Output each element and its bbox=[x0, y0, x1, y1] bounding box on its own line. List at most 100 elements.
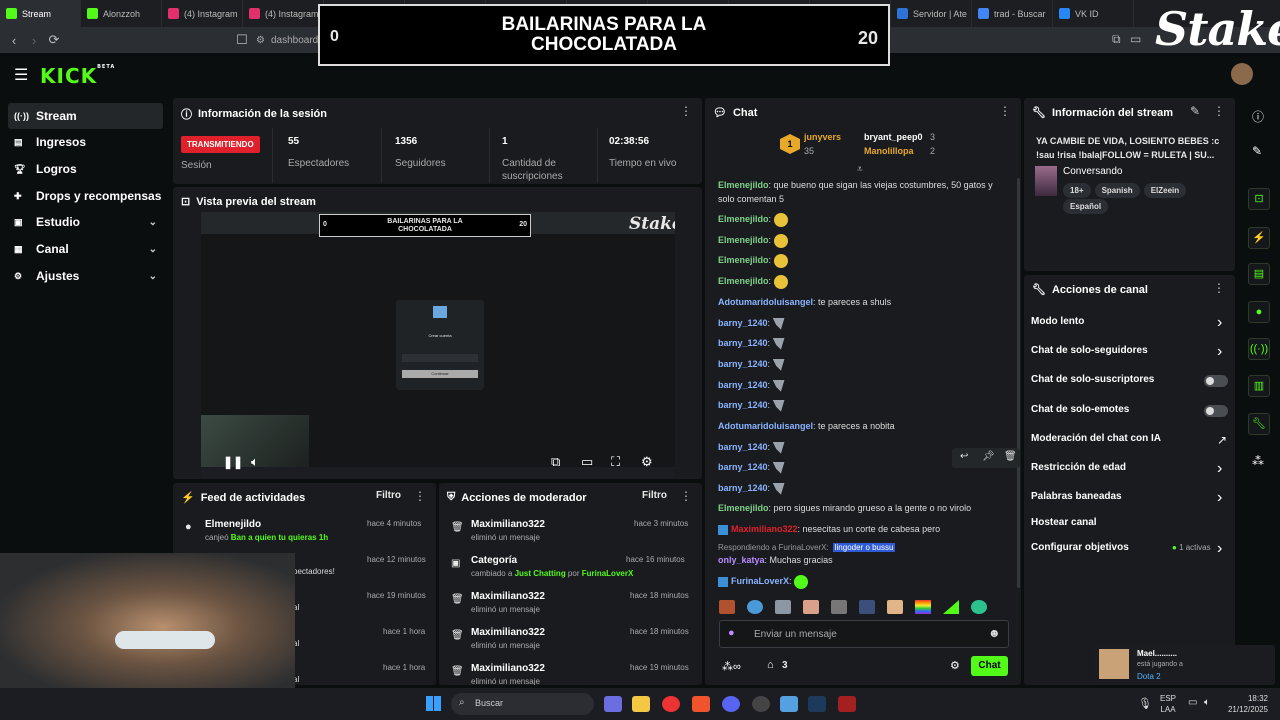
layout-icon[interactable]: ▥ bbox=[1248, 375, 1270, 397]
chat-username[interactable]: Maximiliano322 bbox=[731, 524, 798, 534]
tag-chip[interactable]: ElZeein bbox=[1143, 183, 1187, 198]
steam-icon[interactable] bbox=[808, 696, 826, 712]
channel-action-modo-lento[interactable]: Modo lento bbox=[1031, 316, 1084, 327]
chat-username[interactable]: barny_1240 bbox=[718, 318, 768, 328]
chat-username[interactable]: Elmenejildo bbox=[718, 235, 769, 245]
quick-action-icon[interactable]: ⚡ bbox=[1248, 227, 1270, 249]
pip-icon[interactable]: ⧉ bbox=[551, 454, 560, 470]
sidebar-item-estudio[interactable]: ▣ Estudio ⌄ bbox=[8, 209, 163, 235]
chat-message[interactable]: barny_1240: bbox=[718, 481, 1008, 495]
sidebar-item-drops[interactable]: ✚ Drops y recompensas bbox=[8, 183, 163, 209]
emote-icon[interactable] bbox=[719, 600, 735, 614]
chat-message[interactable]: Adotumaridoluisangel: te pareces a nobit… bbox=[718, 419, 1008, 433]
emote-icon[interactable] bbox=[803, 600, 819, 614]
emote-icon[interactable] bbox=[971, 600, 987, 614]
taskbar-search[interactable]: ⌕ Buscar bbox=[451, 693, 594, 715]
chat-username[interactable]: barny_1240 bbox=[718, 442, 768, 452]
emote-icon[interactable] bbox=[943, 600, 959, 614]
browser-tab[interactable]: trad - Buscar bbox=[972, 0, 1053, 27]
notepad-icon[interactable] bbox=[780, 696, 798, 712]
fullscreen-icon[interactable]: ⛶ bbox=[611, 454, 620, 470]
chat-message[interactable]: barny_1240: bbox=[718, 440, 1008, 454]
moderation-view-icon[interactable]: ⊡ bbox=[1248, 188, 1270, 210]
leader-name[interactable]: Manolillopa bbox=[864, 146, 914, 156]
chevron-right-icon[interactable]: › bbox=[1217, 460, 1222, 478]
edit-icon[interactable]: ✎ bbox=[1190, 104, 1200, 118]
chat-message[interactable]: barny_1240: bbox=[718, 357, 1008, 371]
chat-message[interactable]: Elmenejildo: que bueno que sigan las vie… bbox=[718, 178, 1008, 206]
category-name[interactable]: Conversando bbox=[1063, 166, 1122, 177]
kebab-menu-icon[interactable]: ⋮ bbox=[680, 104, 692, 118]
browser-tab[interactable]: VK ID bbox=[1053, 0, 1134, 27]
chevron-right-icon[interactable]: › bbox=[1217, 489, 1222, 507]
extension-icon[interactable]: ⧉ bbox=[1112, 32, 1121, 47]
dota-icon[interactable] bbox=[838, 696, 856, 712]
chrome-icon[interactable] bbox=[662, 696, 680, 712]
sidepanel-icon[interactable]: ▭ bbox=[1130, 32, 1141, 46]
brave-icon[interactable] bbox=[692, 696, 710, 712]
pause-icon[interactable]: ❚❚ bbox=[223, 455, 243, 469]
chat-message[interactable]: barny_1240: bbox=[718, 316, 1008, 330]
kebab-menu-icon[interactable]: ⋮ bbox=[1213, 104, 1225, 118]
mic-icon[interactable]: ● bbox=[728, 627, 735, 639]
mic-tray-icon[interactable]: 🎙︎ bbox=[1138, 697, 1152, 710]
browser-tab[interactable]: Servidor | Ate bbox=[891, 0, 972, 27]
chat-message[interactable]: Elmenejildo: bbox=[718, 212, 1008, 227]
channel-action-palabras-baneadas[interactable]: Palabras baneadas bbox=[1031, 491, 1122, 502]
channel-action-hostear-canal[interactable]: Hostear canal bbox=[1031, 517, 1097, 528]
chevron-right-icon[interactable]: › bbox=[1217, 343, 1222, 361]
bookmark-icon[interactable]: ☐ bbox=[232, 32, 252, 48]
chat-message[interactable]: Elmenejildo: bbox=[718, 253, 1008, 268]
sidebar-item-ajustes[interactable]: ⚙ Ajustes ⌄ bbox=[8, 263, 163, 289]
settings-icon[interactable]: ⚙ bbox=[641, 454, 653, 470]
channel-action-configurar-objetivos[interactable]: Configurar objetivos bbox=[1031, 542, 1129, 553]
send-chat-button[interactable]: Chat bbox=[971, 656, 1008, 676]
channel-action-chat-de-solo-suscriptores[interactable]: Chat de solo-suscriptores bbox=[1031, 374, 1154, 385]
hamburger-icon[interactable]: ☰ bbox=[14, 65, 28, 85]
chat-input[interactable]: ● Enviar un mensaje ☻ bbox=[719, 620, 1009, 648]
volume-icon[interactable]: 🔈︎ bbox=[251, 454, 259, 470]
chat-message[interactable]: barny_1240: bbox=[718, 336, 1008, 350]
chat-username[interactable]: Adotumaridoluisangel bbox=[718, 421, 813, 431]
emote-icon[interactable] bbox=[747, 600, 763, 614]
chat-username[interactable]: Elmenejildo bbox=[718, 276, 769, 286]
emote-icon[interactable] bbox=[915, 600, 931, 614]
chat-settings-icon[interactable]: ⚙ bbox=[950, 659, 960, 672]
channel-action-moderaci-n-del-chat-con-ia[interactable]: Moderación del chat con IA bbox=[1031, 433, 1161, 444]
chat-username[interactable]: Elmenejildo bbox=[718, 503, 769, 513]
emote-icon[interactable] bbox=[859, 600, 875, 614]
chat-message[interactable]: barny_1240: bbox=[718, 460, 1008, 474]
info-icon[interactable]: ⓘ bbox=[1252, 108, 1264, 125]
chevron-right-icon[interactable]: › bbox=[1217, 314, 1222, 332]
emoji-icon[interactable]: ☻ bbox=[988, 626, 1001, 640]
emote-icon[interactable] bbox=[831, 600, 847, 614]
chat-message[interactable]: Adotumaridoluisangel: te pareces a shuls bbox=[718, 295, 1008, 309]
chat-username[interactable]: Elmenejildo bbox=[718, 255, 769, 265]
tag-chip[interactable]: 18+ bbox=[1063, 183, 1091, 198]
channel-action-chat-de-solo-emotes[interactable]: Chat de solo-emotes bbox=[1031, 404, 1129, 415]
leader-name[interactable]: bryant_peep0 bbox=[864, 132, 923, 142]
channel-action-chat-de-solo-seguidores[interactable]: Chat de solo-seguidores bbox=[1031, 345, 1148, 356]
sidebar-item-ingresos[interactable]: ▤ Ingresos bbox=[8, 129, 163, 155]
volume-tray-icon[interactable]: 🔈︎ bbox=[1204, 697, 1210, 708]
chat-username[interactable]: barny_1240 bbox=[718, 359, 768, 369]
video-player[interactable]: 0 BAILARINAS PARA LA CHOCOLATADA 20 Stak… bbox=[201, 212, 675, 478]
browser-tab[interactable]: (4) Instagram bbox=[162, 0, 243, 27]
reload-icon[interactable]: ⟳ bbox=[44, 32, 64, 48]
chevron-right-icon[interactable]: › bbox=[1217, 540, 1222, 558]
chat-username[interactable]: Elmenejildo bbox=[718, 180, 769, 190]
kebab-menu-icon[interactable]: ⋮ bbox=[414, 489, 426, 503]
kebab-menu-icon[interactable]: ⋮ bbox=[1213, 281, 1225, 295]
chat-username[interactable]: barny_1240 bbox=[718, 462, 768, 472]
lang-indicator[interactable]: ESP LAA bbox=[1160, 693, 1176, 715]
obs-icon[interactable] bbox=[752, 696, 770, 712]
community-icon[interactable]: ⁂ bbox=[1252, 454, 1264, 468]
collapse-icon[interactable]: ⩡ bbox=[857, 164, 863, 175]
toggle-switch[interactable] bbox=[1204, 405, 1228, 417]
kick-logo[interactable]: KICKBETA bbox=[40, 64, 115, 88]
chat-message[interactable]: Elmenejildo: pero sigues mirando grueso … bbox=[718, 501, 1008, 515]
notes-icon[interactable]: ▤ bbox=[1248, 263, 1270, 285]
site-info-icon[interactable]: ⚙ bbox=[256, 35, 265, 46]
chat-message[interactable]: Elmenejildo: bbox=[718, 233, 1008, 248]
clock[interactable]: 18:32 21/12/2025 bbox=[1222, 693, 1268, 715]
